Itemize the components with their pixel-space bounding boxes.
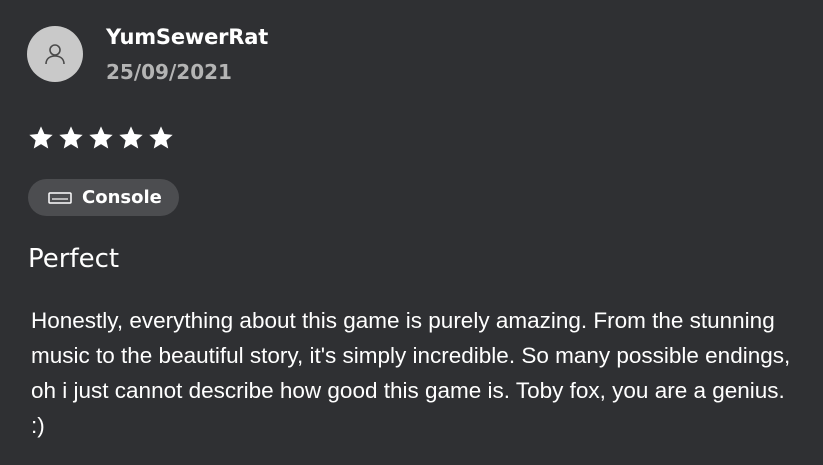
review-date: 25/09/2021 [106,60,232,84]
star-icon [59,126,83,149]
user-icon [45,44,65,65]
review-title: Perfect [28,244,120,274]
review-body: Honestly, everything about this game is … [31,308,791,438]
star-icon [149,126,173,149]
platform-label: Console [82,187,162,208]
platform-chip: Console [28,179,179,216]
console-icon [48,191,72,204]
review-author: YumSewerRat [106,25,269,49]
star-icon [29,126,53,149]
star-icon [119,126,143,149]
avatar [27,26,83,82]
star-icon [89,126,113,149]
star-rating [27,122,175,154]
